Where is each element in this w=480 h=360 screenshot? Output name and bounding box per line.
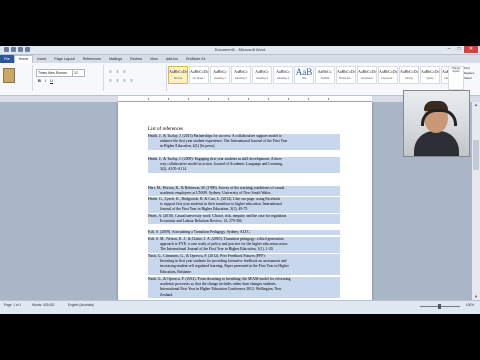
style-heading-4[interactable]: AaBbCc Heading 4	[273, 66, 293, 84]
scroll-up-icon[interactable]: ▲	[473, 102, 479, 108]
style-strong[interactable]: AaBbCcDc Strong	[399, 66, 419, 84]
close-button[interactable]: ✕	[464, 46, 478, 53]
language-indicator[interactable]: English (Australia)	[68, 303, 94, 307]
document-area: List of references Heath, J., & Tuzlay, …	[0, 102, 472, 300]
font-name-select[interactable]: Times New Roman	[36, 69, 73, 77]
select-button[interactable]: Select	[464, 76, 479, 81]
tab-add-ins[interactable]: Add-Ins	[162, 55, 182, 63]
ribbon-tabs: File Home Insert Page Layout References …	[0, 55, 209, 63]
tab-insert[interactable]: Insert	[33, 55, 50, 63]
page-count[interactable]: Page: 1 of 1	[4, 303, 21, 307]
word-count[interactable]: Words: 402/402	[32, 303, 54, 307]
reference-entry[interactable]: Kift, S. M., Nelson, K. J., & Clarke, J.…	[148, 237, 340, 253]
minimize-button[interactable]: –	[444, 46, 454, 53]
zoom-slider-knob[interactable]	[438, 304, 441, 309]
style-heading-2[interactable]: AaBbCc Heading 2	[231, 66, 251, 84]
align-left-icon[interactable]: ≡	[108, 78, 113, 83]
editing-group: Find Replace Select	[464, 66, 479, 81]
window-title: Document1 - Microsoft Word	[214, 47, 266, 52]
style-subtle-emphasis[interactable]: AaBbCcDc Subtle Em...	[336, 66, 356, 84]
tab-view[interactable]: View	[146, 55, 162, 63]
style-quote[interactable]: AaBbCcDc Quote	[420, 66, 440, 84]
tab-mailings[interactable]: Mailings	[105, 55, 126, 63]
change-styles-button[interactable]: Change Styles	[448, 66, 464, 90]
reference-entry[interactable]: Heath, G., Lynch, K., Bridgstock, R. & C…	[148, 197, 340, 213]
numbering-icon[interactable]: ≡	[115, 69, 120, 74]
presenter-body	[414, 131, 459, 156]
reference-entry[interactable]: Heath, J., & Tuzlay, J. (2009). Engaging…	[148, 157, 340, 173]
paste-icon[interactable]	[3, 68, 15, 83]
document-page[interactable]: List of references Heath, J., & Tuzlay, …	[118, 102, 372, 300]
style-heading-1[interactable]: AaBbCc Heading 1	[210, 66, 230, 84]
vertical-scrollbar[interactable]: ▲ ▼	[472, 102, 480, 300]
maximize-button[interactable]: □	[454, 46, 464, 53]
zoom-slider[interactable]	[420, 304, 460, 309]
reference-entry[interactable]: Nash, G., & Oprescu, F. (2012). From dro…	[148, 277, 340, 298]
style-normal[interactable]: AaBbCcDc Normal	[168, 66, 188, 84]
style-title[interactable]: AaB Title	[294, 66, 314, 84]
bullets-icon[interactable]: ≡	[108, 69, 113, 74]
style-subtitle[interactable]: AaBbCc. Subtitle	[315, 66, 335, 84]
justify-icon[interactable]: ≡	[129, 78, 134, 83]
font-size-select[interactable]: 12	[72, 69, 85, 77]
tab-file[interactable]: File	[0, 55, 14, 63]
reference-entry[interactable]: Kift, S. (2009). Articulating a Transiti…	[148, 230, 340, 236]
font-group: Times New Roman 12 B I U	[33, 65, 104, 91]
reference-entry[interactable]: Heath, J., & Tuzlay, J. (2013) Partnersh…	[148, 134, 340, 150]
reference-entry[interactable]: Nash, G., Crimmins, G., & Oprescu, F. (2…	[148, 254, 340, 275]
tab-page-layout[interactable]: Page Layout	[50, 55, 78, 63]
align-right-icon[interactable]: ≡	[122, 78, 127, 83]
window-controls: – □ ✕	[444, 46, 478, 53]
status-bar: Page: 1 of 1 Words: 402/402 English (Aus…	[0, 300, 480, 314]
word-window: Document1 - Microsoft Word – □ ✕ File Ho…	[0, 46, 480, 314]
headphones-icon	[421, 109, 457, 126]
underline-button[interactable]: U	[49, 78, 54, 83]
style-emphasis[interactable]: AaBbCcDc Emphasis	[357, 66, 377, 84]
webcam-overlay	[403, 90, 470, 157]
reference-entry[interactable]: Healy, A. (2010). Casual university work…	[148, 214, 340, 225]
zoom-level[interactable]: 100%	[466, 303, 474, 307]
align-center-icon[interactable]: ≡	[115, 78, 120, 83]
scroll-thumb[interactable]	[473, 140, 479, 170]
reference-entry[interactable]: Hart, M., Horton, R., & Robinson, M. (19…	[148, 186, 340, 197]
style-heading-3[interactable]: AaBbCc Heading 3	[252, 66, 272, 84]
multilevel-list-icon[interactable]: ≡	[122, 69, 127, 74]
paragraph-group: ≡ ≡ ≡ ≡ ≡ ≡ ≡	[104, 65, 167, 91]
style-intense-emphasis[interactable]: AaBbCcDc Intense E...	[378, 66, 398, 84]
bold-button[interactable]: B	[37, 78, 42, 83]
clipboard-group	[0, 65, 33, 91]
style-no-spacing[interactable]: AaBbCcDc No Spaci...	[189, 66, 209, 84]
title-bar: Document1 - Microsoft Word – □ ✕	[0, 46, 480, 55]
tab-review[interactable]: Review	[126, 55, 146, 63]
tab-references[interactable]: References	[79, 55, 105, 63]
tab-endnote[interactable]: EndNote X4	[182, 55, 209, 63]
references-heading: List of references	[148, 127, 183, 132]
styles-gallery: AaBbCcDc Normal AaBbCcDc No Spaci... AaBbC…	[168, 66, 461, 84]
italic-button[interactable]: I	[43, 78, 48, 83]
tab-home[interactable]: Home	[13, 55, 34, 63]
